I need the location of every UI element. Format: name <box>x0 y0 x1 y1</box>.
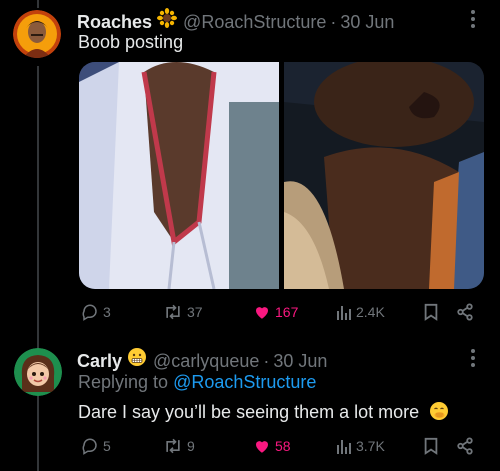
avatar-roaches[interactable] <box>13 10 61 58</box>
repost-count: 37 <box>187 304 203 320</box>
repost-button[interactable]: 9 <box>163 437 195 455</box>
repost-count: 9 <box>187 438 195 454</box>
like-button[interactable]: 58 <box>253 437 291 455</box>
replying-to-handle[interactable]: @RoachStructure <box>173 372 316 392</box>
thread-line <box>37 66 39 471</box>
like-count: 167 <box>275 304 299 320</box>
avatar-carly[interactable] <box>14 348 62 396</box>
reply-icon <box>82 438 97 455</box>
post-header: Roaches @RoachStructure · 30 Jun <box>77 8 394 33</box>
reply-count: 3 <box>103 304 111 320</box>
timestamp[interactable]: 30 Jun <box>273 351 327 372</box>
media-image-1[interactable] <box>79 62 279 289</box>
heart-filled-icon <box>256 441 268 453</box>
reply-button[interactable]: 3 <box>81 303 111 321</box>
more-options-icon[interactable] <box>471 7 475 31</box>
bookmark-icon <box>424 437 438 455</box>
repost-icon <box>166 438 180 454</box>
share-button[interactable] <box>456 437 474 455</box>
separator: · <box>263 351 270 371</box>
timestamp[interactable]: 30 Jun <box>340 12 394 33</box>
repost-icon <box>166 304 180 320</box>
post-media[interactable] <box>79 62 484 289</box>
sunflower-icon <box>157 8 178 28</box>
views-icon <box>337 440 351 454</box>
handle[interactable]: @carlyqueue <box>153 351 259 372</box>
share-button[interactable] <box>456 303 474 321</box>
replying-to-label: Replying to <box>78 372 169 392</box>
heart-filled-icon <box>256 307 268 319</box>
media-image-2[interactable] <box>284 62 484 289</box>
display-name[interactable]: Carly <box>77 351 122 372</box>
reply-header: Carly @carlyqueue · 30 Jun <box>77 347 327 372</box>
hand-over-mouth-icon <box>429 401 449 421</box>
views-count: 2.4K <box>356 304 385 320</box>
reply-icon <box>82 304 97 321</box>
reply-count: 5 <box>103 438 111 454</box>
separator: · <box>330 12 337 32</box>
avatar-roaches-image <box>13 10 61 58</box>
views-button[interactable]: 2.4K <box>336 303 385 321</box>
post-actions: 3 37 167 2.4K <box>0 302 500 324</box>
reply-actions: 5 9 58 3.7K <box>0 436 500 458</box>
bookmark-button[interactable] <box>423 303 439 321</box>
reply-text-row: Dare I say you’ll be seeing them a lot m… <box>78 401 449 423</box>
repost-button[interactable]: 37 <box>163 303 203 321</box>
handle[interactable]: @RoachStructure <box>183 12 326 33</box>
avatar-carly-image <box>14 348 62 396</box>
more-options-icon[interactable] <box>471 346 475 370</box>
display-name[interactable]: Roaches <box>77 12 152 33</box>
bookmark-button[interactable] <box>423 437 439 455</box>
replying-to: Replying to @RoachStructure <box>78 372 316 393</box>
share-icon <box>457 437 473 455</box>
views-count: 3.7K <box>356 438 385 454</box>
reply-text: Dare I say you’ll be seeing them a lot m… <box>78 402 420 422</box>
post-text: Boob posting <box>78 32 184 52</box>
reply-button[interactable]: 5 <box>81 437 111 455</box>
thread-line <box>37 0 39 8</box>
grimacing-face-icon <box>127 347 147 367</box>
like-button[interactable]: 167 <box>253 303 298 321</box>
bookmark-icon <box>424 303 438 321</box>
like-count: 58 <box>275 438 291 454</box>
share-icon <box>457 303 473 321</box>
views-icon <box>337 306 351 320</box>
views-button[interactable]: 3.7K <box>336 437 385 455</box>
